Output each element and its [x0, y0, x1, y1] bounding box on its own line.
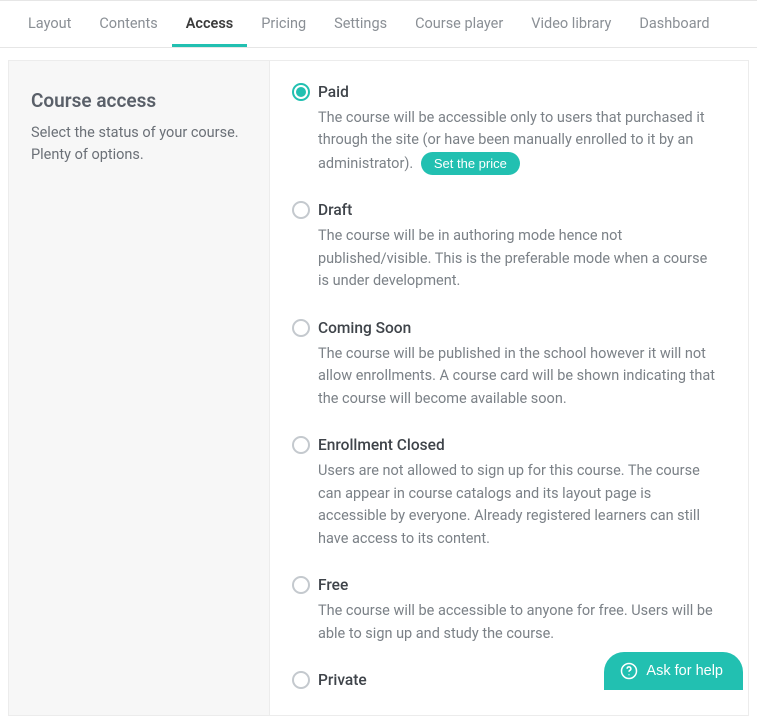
tab-access[interactable]: Access [172, 1, 248, 47]
option-free: Free The course will be accessible to an… [292, 576, 718, 645]
radio-private[interactable] [292, 671, 310, 689]
tab-settings[interactable]: Settings [320, 1, 401, 47]
tab-dashboard[interactable]: Dashboard [625, 1, 723, 47]
option-paid: Paid The course will be accessible only … [292, 83, 718, 175]
option-coming-soon: Coming Soon The course will be published… [292, 319, 718, 410]
tab-course-player[interactable]: Course player [401, 1, 517, 47]
option-desc-enrollment-closed: Users are not allowed to sign up for thi… [318, 460, 718, 550]
radio-free[interactable] [292, 576, 310, 594]
sidebar-subtitle: Select the status of your course. Plenty… [31, 122, 247, 166]
option-title-coming-soon: Coming Soon [318, 319, 411, 337]
panel-sidebar: Course access Select the status of your … [9, 61, 270, 715]
radio-paid[interactable] [292, 83, 310, 101]
tab-contents[interactable]: Contents [85, 1, 171, 47]
option-title-free: Free [318, 576, 348, 594]
radio-draft[interactable] [292, 201, 310, 219]
option-title-enrollment-closed: Enrollment Closed [318, 436, 445, 454]
option-title-draft: Draft [318, 201, 352, 219]
panel-main: Paid The course will be accessible only … [270, 61, 748, 715]
option-desc-free: The course will be accessible to anyone … [318, 600, 718, 645]
help-button-label: Ask for help [646, 663, 723, 679]
sidebar-title: Course access [31, 89, 247, 112]
tab-bar: Layout Contents Access Pricing Settings … [0, 0, 757, 48]
set-the-price-button[interactable]: Set the price [421, 152, 520, 175]
option-enrollment-closed: Enrollment Closed Users are not allowed … [292, 436, 718, 550]
option-desc-draft: The course will be in authoring mode hen… [318, 225, 718, 292]
help-circle-icon [620, 662, 638, 680]
option-desc-coming-soon: The course will be published in the scho… [318, 343, 718, 410]
option-title-paid: Paid [318, 83, 349, 101]
radio-coming-soon[interactable] [292, 319, 310, 337]
tab-video-library[interactable]: Video library [517, 1, 625, 47]
radio-enrollment-closed[interactable] [292, 436, 310, 454]
course-access-panel: Course access Select the status of your … [8, 60, 749, 716]
option-title-private: Private [318, 671, 367, 689]
tab-layout[interactable]: Layout [14, 1, 85, 47]
option-desc-paid: The course will be accessible only to us… [318, 107, 718, 175]
tab-pricing[interactable]: Pricing [247, 1, 320, 47]
option-draft: Draft The course will be in authoring mo… [292, 201, 718, 292]
ask-for-help-button[interactable]: Ask for help [604, 652, 743, 690]
